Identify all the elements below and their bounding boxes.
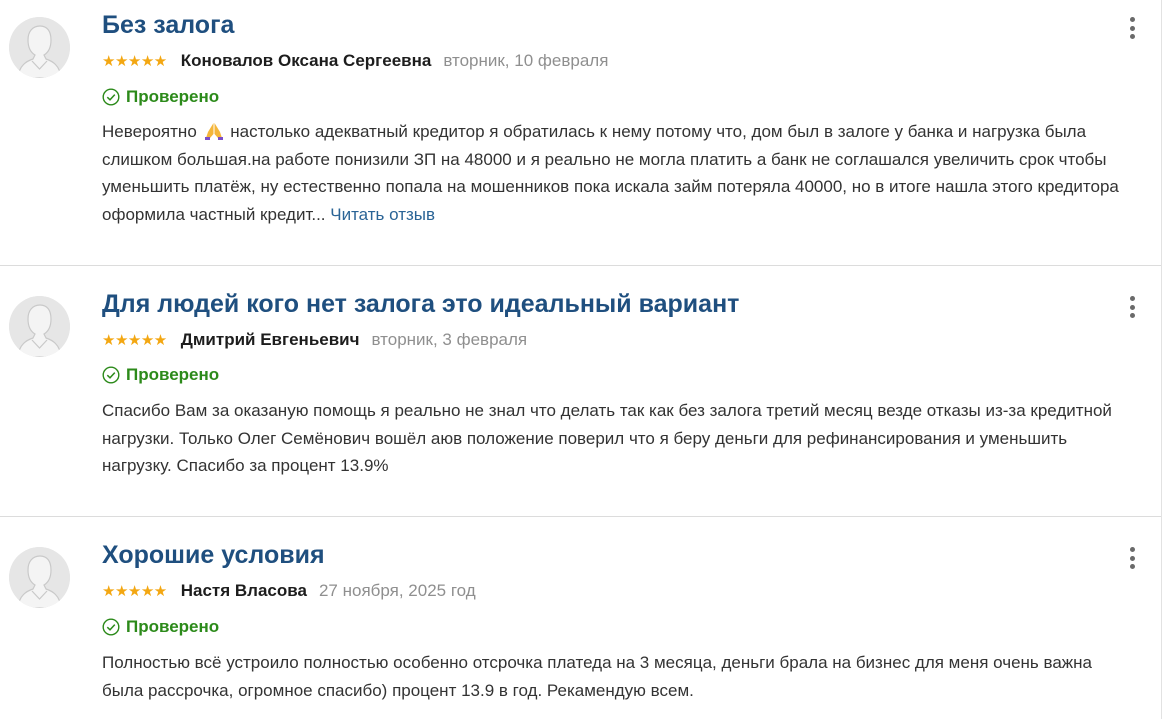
rating-stars: ★★★★★ <box>102 52 167 70</box>
review-author: Настя Власова <box>180 581 307 600</box>
review-date: 27 ноября, 2025 год <box>318 581 476 600</box>
review-meta: ★★★★★ Настя Власова 27 ноября, 2025 год <box>102 580 476 602</box>
review-text-rest: настолько адекватный кредитор я обратила… <box>102 122 1119 225</box>
avatar <box>9 296 70 357</box>
more-options-button[interactable] <box>1123 294 1141 320</box>
rating-stars: ★★★★★ <box>102 582 167 600</box>
more-options-button[interactable] <box>1123 545 1141 571</box>
reviews-feed: Без залога ★★★★★ Коновалов Оксана Сергее… <box>0 0 1162 719</box>
check-circle-icon <box>102 618 120 636</box>
more-options-button[interactable] <box>1123 15 1141 41</box>
review-text: Невероятно настолько адекватный кредитор… <box>102 118 1132 229</box>
verified-badge: Проверено <box>102 86 219 108</box>
more-dots-icon <box>1129 296 1135 301</box>
verified-badge: Проверено <box>102 364 219 386</box>
folded-hands-icon <box>204 123 223 140</box>
review-card: Для людей кого нет залога это идеальный … <box>0 266 1161 517</box>
avatar <box>9 547 70 608</box>
review-title[interactable]: Без залога <box>102 10 234 40</box>
rating-stars: ★★★★★ <box>102 331 167 349</box>
avatar <box>9 17 70 78</box>
verified-label: Проверено <box>126 365 220 384</box>
review-author: Дмитрий Евгеньевич <box>180 330 360 349</box>
read-review-link[interactable]: Читать отзыв <box>330 205 435 224</box>
check-circle-icon <box>102 366 120 384</box>
verified-badge: Проверено <box>102 616 219 638</box>
more-dots-icon <box>1129 547 1135 552</box>
review-meta: ★★★★★ Дмитрий Евгеньевич вторник, 3 февр… <box>102 329 527 351</box>
more-dot <box>1129 304 1135 310</box>
review-title[interactable]: Хорошие условия <box>102 540 325 570</box>
review-title[interactable]: Для людей кого нет залога это идеальный … <box>102 289 739 319</box>
review-text: Спасибо Вам за оказаную помощь я реально… <box>102 401 1112 476</box>
more-dot <box>1129 313 1135 318</box>
review-meta: ★★★★★ Коновалов Оксана Сергеевна вторник… <box>102 50 608 72</box>
review-date: вторник, 10 февраля <box>443 51 609 70</box>
more-dots-icon <box>1129 17 1135 22</box>
more-dot <box>1129 34 1135 39</box>
review-card: Хорошие условия ★★★★★ Настя Власова 27 н… <box>0 517 1161 719</box>
review-card: Без залога ★★★★★ Коновалов Оксана Сергее… <box>0 0 1161 266</box>
check-circle-icon <box>102 88 120 106</box>
review-text-start: Невероятно <box>102 122 197 141</box>
more-dot <box>1129 25 1135 31</box>
review-author: Коновалов Оксана Сергеевна <box>180 51 432 70</box>
verified-label: Проверено <box>126 87 220 106</box>
more-dot <box>1129 555 1135 561</box>
review-date: вторник, 3 февраля <box>371 330 528 349</box>
review-text: Полностью всё устроило полностью особенн… <box>102 653 1093 700</box>
verified-label: Проверено <box>126 617 220 636</box>
more-dot <box>1129 564 1135 569</box>
